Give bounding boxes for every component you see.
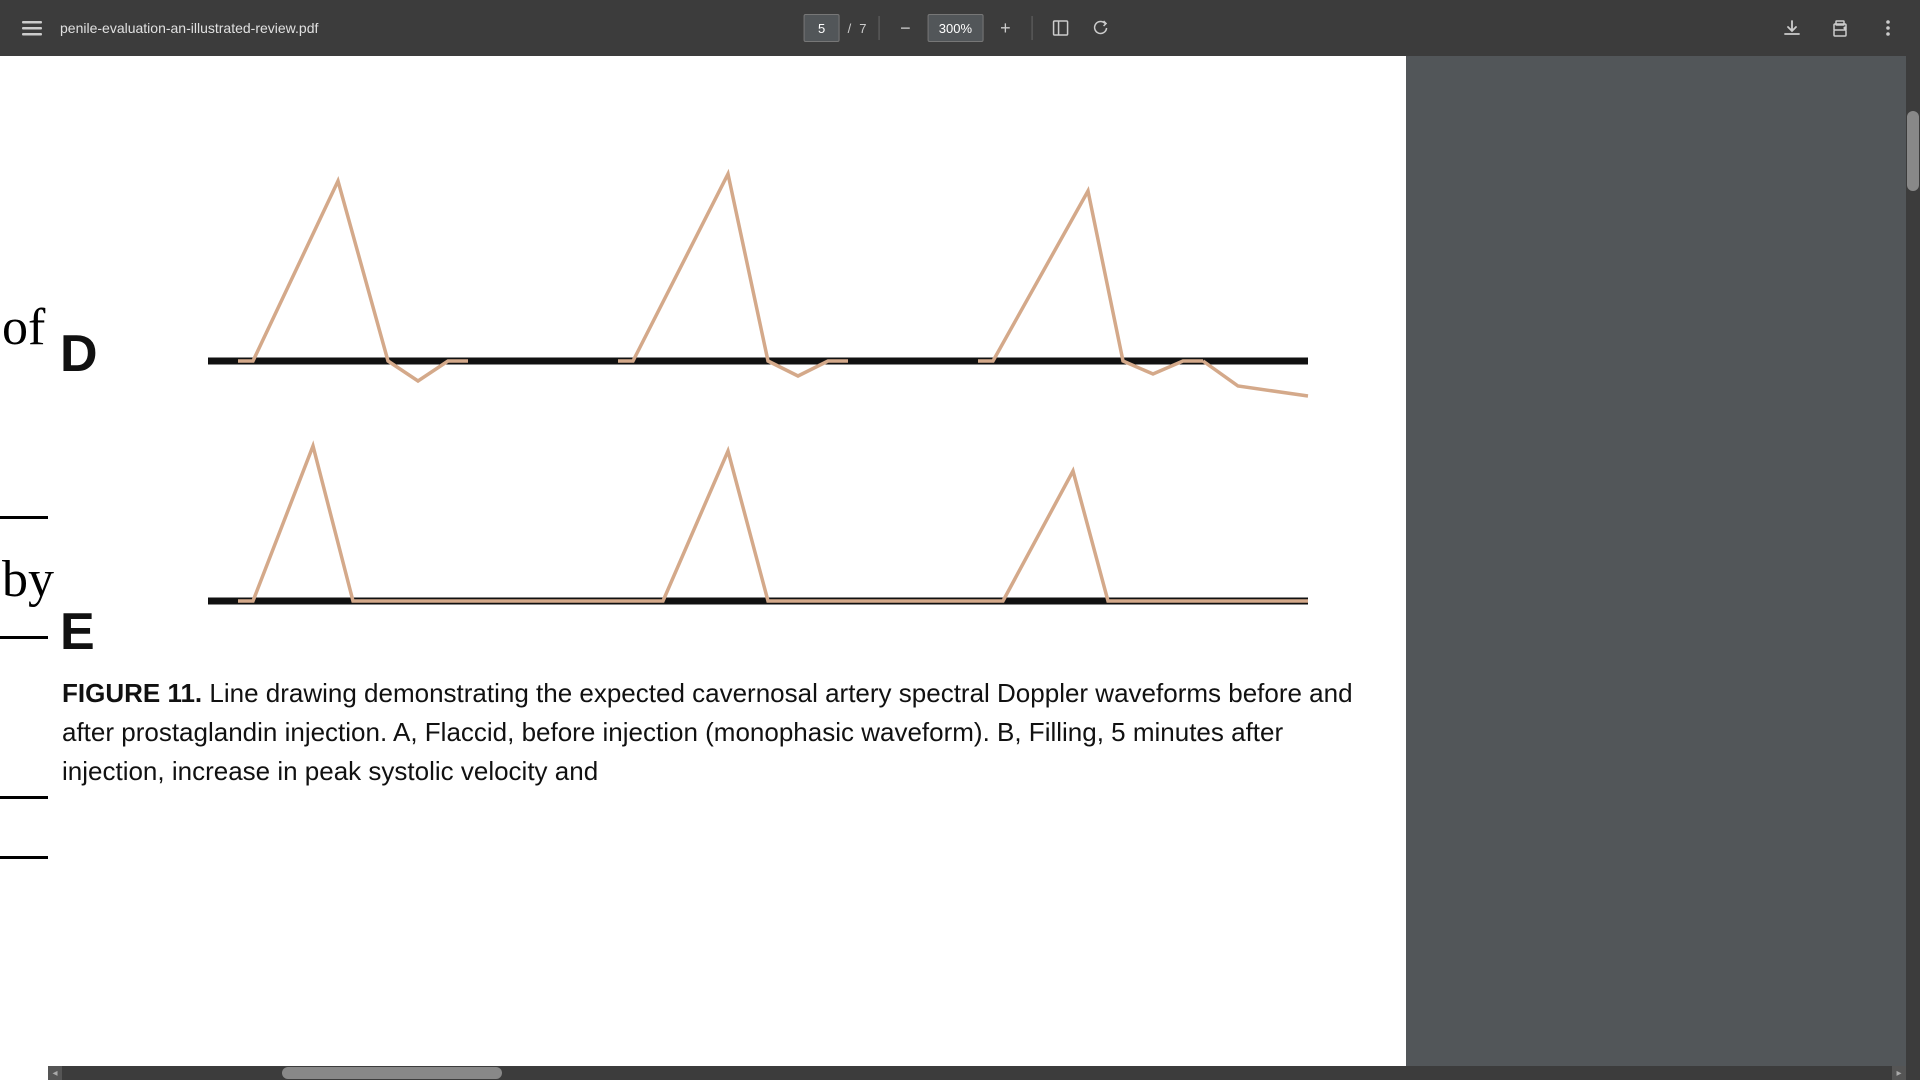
zoom-in-button[interactable]: + <box>991 14 1019 42</box>
right-scrollbar[interactable] <box>1906 56 1920 1080</box>
left-rule-3 <box>0 796 48 799</box>
chart-label-e: E <box>60 602 95 662</box>
page-total: 7 <box>859 21 866 36</box>
fit-page-button[interactable] <box>1044 12 1076 44</box>
menu-icon[interactable] <box>16 12 48 44</box>
page-navigation: / 7 − + <box>804 12 1117 44</box>
left-rule-2 <box>0 636 48 639</box>
scroll-left-button[interactable]: ◂ <box>48 1066 62 1080</box>
scrollbar-thumb-vertical[interactable] <box>1907 111 1919 191</box>
print-button[interactable] <box>1824 12 1856 44</box>
left-margin: of by <box>0 56 48 1080</box>
scroll-right-button[interactable]: ▸ <box>1892 1066 1906 1080</box>
download-button[interactable] <box>1776 12 1808 44</box>
chart-label-d: D <box>60 324 98 384</box>
more-options-button[interactable] <box>1872 12 1904 44</box>
main-area: of by D E <box>0 56 1920 1080</box>
zoom-level-input[interactable] <box>927 14 983 42</box>
divider2 <box>1031 16 1032 40</box>
waveform-chart <box>108 116 1388 676</box>
page-number-input[interactable] <box>804 14 840 42</box>
scrollbar-track-horizontal <box>62 1066 1892 1080</box>
rotate-button[interactable] <box>1084 12 1116 44</box>
left-rule-4 <box>0 856 48 859</box>
zoom-out-button[interactable]: − <box>891 14 919 42</box>
figure-label: FIGURE 11. <box>62 678 202 708</box>
divider <box>878 16 879 40</box>
toolbar-right <box>1776 12 1904 44</box>
page-separator: / <box>848 21 852 36</box>
pdf-page: D E <box>48 56 1406 1080</box>
bottom-scrollbar[interactable]: ◂ ▸ <box>48 1066 1906 1080</box>
left-text-by: by <box>2 554 54 606</box>
scrollbar-thumb-horizontal[interactable] <box>282 1067 502 1079</box>
pdf-viewport[interactable]: of by D E <box>0 56 1920 1080</box>
left-rule-1 <box>0 516 48 519</box>
figure-text: Line drawing demonstrating the expected … <box>62 678 1353 786</box>
left-text-of: of <box>2 302 45 354</box>
toolbar: penile-evaluation-an-illustrated-review.… <box>0 0 1920 56</box>
figure-caption: FIGURE 11. Line drawing demonstrating th… <box>62 674 1386 791</box>
